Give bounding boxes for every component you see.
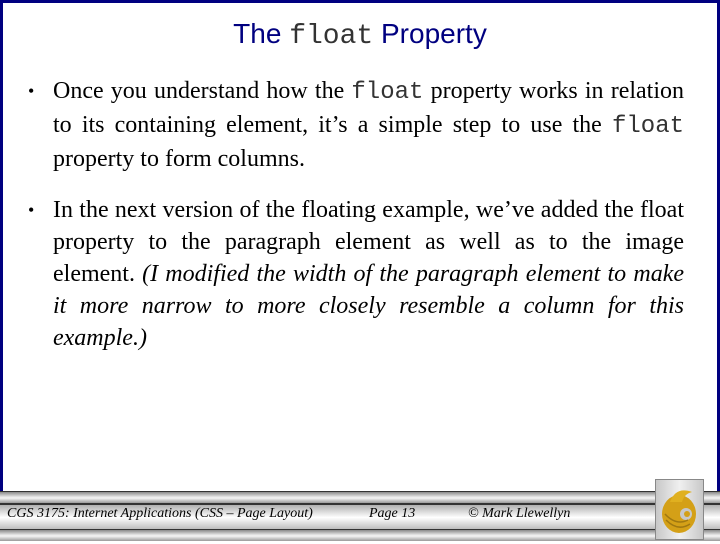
title-prefix: The xyxy=(233,18,290,49)
footer-author: © Mark Llewellyn xyxy=(468,506,571,521)
footer: CGS 3175: Internet Applications (CSS – P… xyxy=(0,491,720,541)
footer-bar-bottom xyxy=(0,529,720,541)
footer-page: Page 13 xyxy=(369,506,416,521)
text-run: property to form columns. xyxy=(53,146,305,172)
code-run: float xyxy=(351,79,424,106)
bullet-1: • Once you understand how the float prop… xyxy=(28,75,684,175)
title-code: float xyxy=(289,21,374,52)
title-suffix: Property xyxy=(373,18,487,49)
bullet-2: • In the next version of the floating ex… xyxy=(28,194,684,354)
italic-run: (I modified the width of the paragraph e… xyxy=(53,261,684,351)
bullet-dot: • xyxy=(28,81,35,101)
code-run: float xyxy=(611,113,684,140)
text-run: Once you understand how the xyxy=(53,78,352,104)
slide-title: The float Property xyxy=(0,18,720,52)
bullet-1-text: Once you understand how the float proper… xyxy=(53,75,684,175)
footer-course: CGS 3175: Internet Applications (CSS – P… xyxy=(7,506,313,521)
pegasus-logo-icon xyxy=(655,479,704,540)
footer-bar-top xyxy=(0,491,720,503)
bullet-dot: • xyxy=(28,200,35,220)
bullet-2-text: In the next version of the floating exam… xyxy=(53,194,684,354)
